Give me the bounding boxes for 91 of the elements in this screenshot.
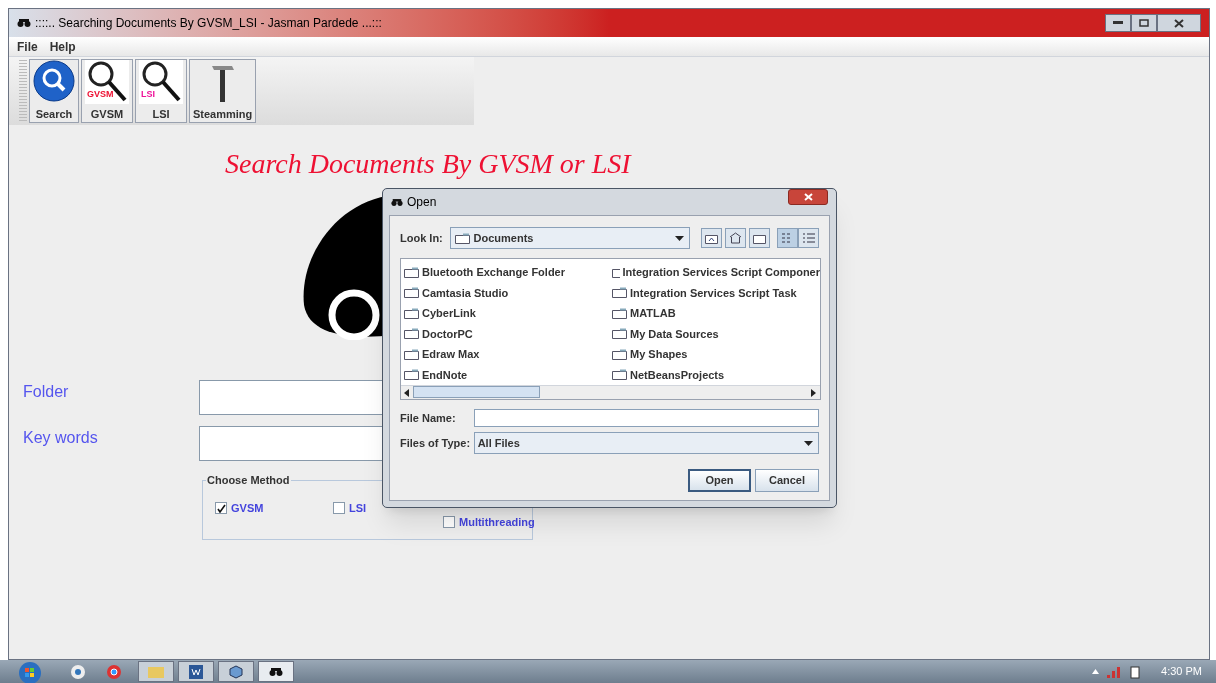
close-button[interactable] xyxy=(1157,14,1201,32)
checkbox[interactable] xyxy=(443,516,455,529)
scroll-right-icon xyxy=(811,389,817,397)
file-list-item[interactable]: EndNote xyxy=(404,364,612,385)
file-type-label: Files of Type: xyxy=(400,435,472,451)
menu-item[interactable]: Help xyxy=(49,37,76,56)
look-in-dropdown[interactable]: Documents xyxy=(449,227,690,249)
search-icon xyxy=(33,60,75,102)
menu-item[interactable]: File xyxy=(17,37,38,56)
list-view-button[interactable] xyxy=(777,228,798,248)
folder-icon xyxy=(148,665,164,678)
dropdown-arrow-icon xyxy=(804,440,813,446)
file-list-item[interactable]: MATLAB xyxy=(612,303,820,324)
folder-icon xyxy=(404,369,419,381)
check-icon xyxy=(216,503,226,513)
window-title: ::::.. Searching Documents By GVSM_LSI - Jasman Pardede ...::: xyxy=(35,15,382,32)
up-folder-button[interactable] xyxy=(701,228,722,248)
folder-icon xyxy=(454,232,470,244)
tray-arrow-icon[interactable] xyxy=(1092,669,1100,674)
details-view-button[interactable] xyxy=(798,228,819,248)
file-name-label: File Name: xyxy=(400,410,457,426)
home-button[interactable] xyxy=(725,228,746,248)
checkbox[interactable] xyxy=(333,502,345,515)
page-heading: Search Documents By GVSM or LSI xyxy=(225,147,631,181)
toolbar-button[interactable]: Steamming xyxy=(189,59,257,123)
folder-icon xyxy=(753,232,766,244)
folder-icon xyxy=(404,328,419,340)
binoculars-icon xyxy=(391,197,403,207)
taskbar-button[interactable] xyxy=(258,661,294,682)
scrollbar-thumb[interactable] xyxy=(413,386,540,398)
browser-icon[interactable] xyxy=(106,663,122,680)
file-list-item[interactable]: NetBeansProjects xyxy=(612,364,820,385)
look-in-value: Documents xyxy=(473,230,535,246)
file-list-item[interactable]: DoctorPC xyxy=(404,323,612,344)
horizontal-scrollbar[interactable] xyxy=(401,385,820,399)
maximize-button[interactable] xyxy=(1131,14,1157,32)
minimize-button[interactable] xyxy=(1105,14,1131,32)
field-label: Folder xyxy=(23,382,70,402)
dropdown-arrow-icon xyxy=(675,235,684,241)
binoculars-icon xyxy=(269,666,283,677)
folder-icon xyxy=(612,328,627,340)
folder-icon xyxy=(612,287,627,299)
scroll-left-icon xyxy=(404,389,410,397)
field-label: Key words xyxy=(23,428,99,448)
maximize-icon xyxy=(1139,19,1149,27)
folder-icon xyxy=(612,348,627,360)
file-list-item[interactable]: My Data Sources xyxy=(612,323,820,344)
folder-icon xyxy=(404,287,419,299)
file-type-value: All Files xyxy=(477,435,521,451)
badge-text: GVSM xyxy=(87,89,114,99)
open-button[interactable]: Open xyxy=(688,469,751,492)
checkbox[interactable] xyxy=(215,502,227,515)
cancel-button[interactable]: Cancel xyxy=(755,469,819,492)
home-icon xyxy=(729,232,742,244)
method-checkbox[interactable]: GVSM xyxy=(215,500,264,517)
dialog-title: Open xyxy=(407,194,437,211)
file-type-dropdown[interactable]: All Files xyxy=(473,432,819,454)
folder-icon xyxy=(404,348,419,360)
look-in-label: Look In: xyxy=(400,230,444,246)
file-list-item[interactable]: Integration Services Script Componer xyxy=(612,262,820,283)
method-checkbox[interactable]: Multithreading xyxy=(443,514,535,531)
folder-icon xyxy=(612,369,627,381)
method-checkbox[interactable]: LSI xyxy=(333,500,367,517)
toolbar-button[interactable]: Search xyxy=(29,59,79,123)
toolbar-button[interactable]: GVSM GVSM xyxy=(81,59,133,123)
file-list-item[interactable]: Bluetooth Exchange Folder xyxy=(404,262,612,283)
folder-icon xyxy=(612,307,627,319)
file-list-item[interactable]: CyberLink xyxy=(404,303,612,324)
file-list-item[interactable]: My Shapes xyxy=(612,344,820,365)
file-name-field[interactable] xyxy=(473,409,819,427)
close-icon xyxy=(803,193,813,201)
file-list-item[interactable]: Camtasia Studio xyxy=(404,282,612,303)
file-list-item[interactable]: Edraw Max xyxy=(404,344,612,365)
folder-icon xyxy=(404,307,419,319)
clock: 4:30 PM xyxy=(1161,664,1202,680)
file-list-item[interactable]: Integration Services Script Task xyxy=(612,282,820,303)
document-icon xyxy=(189,664,203,679)
close-icon xyxy=(1174,18,1184,28)
details-view-icon xyxy=(802,233,815,243)
toolbar-grip[interactable] xyxy=(19,59,27,121)
folder-icon xyxy=(612,266,620,278)
folder-up-icon xyxy=(705,232,718,244)
close-button[interactable] xyxy=(788,189,828,205)
minimize-icon xyxy=(1113,21,1123,25)
badge-text: LSI xyxy=(141,89,155,99)
folder-icon xyxy=(404,266,419,278)
binoculars-icon xyxy=(17,18,31,28)
cube-icon xyxy=(229,664,243,679)
toolbar-button[interactable]: LSI LSI xyxy=(135,59,187,123)
new-folder-button[interactable] xyxy=(749,228,770,248)
app-icon[interactable] xyxy=(70,663,86,680)
